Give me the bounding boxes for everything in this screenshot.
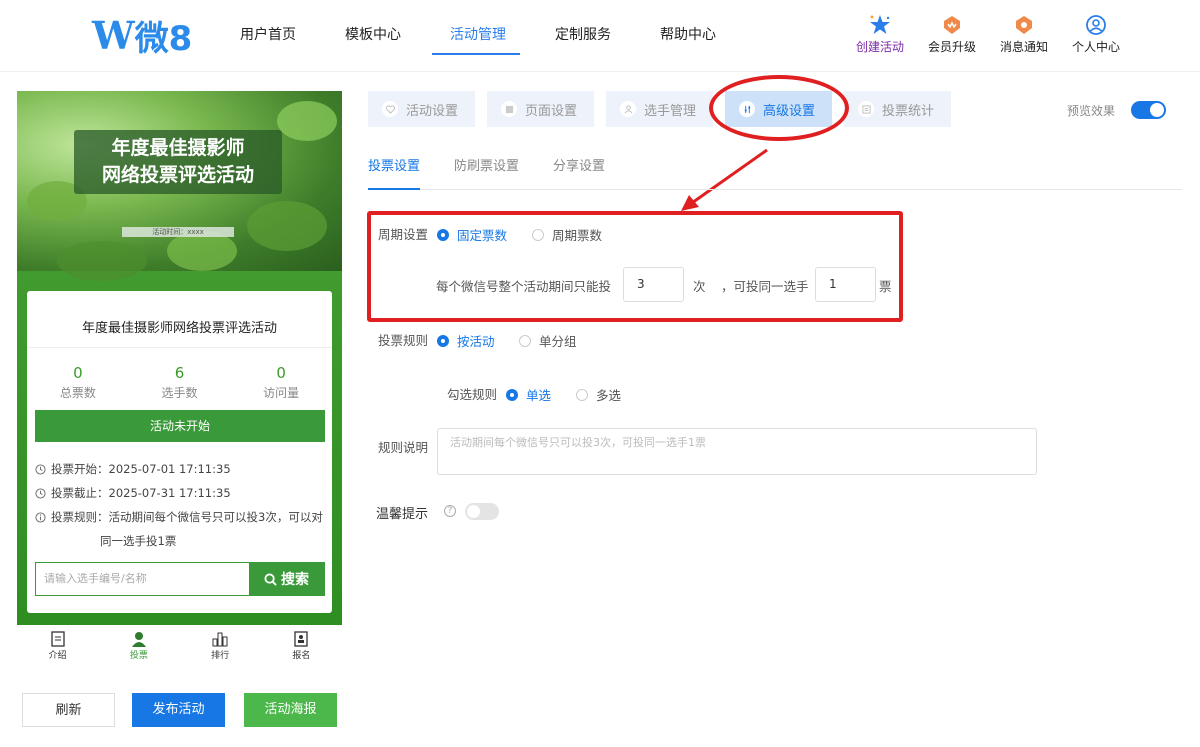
person-icon [620,101,636,117]
same-contestant-text: ，可投同一选手 [721,279,809,294]
stat-contestants: 6 选手数 [161,364,198,400]
info-icon [35,505,49,529]
search-button-label: 搜索 [281,572,309,588]
radio-by-activity[interactable]: 按活动 [437,331,495,350]
banner-time: 活动时间：xxxx [122,227,234,237]
vote-start-text: 投票开始：2025-07-01 17:11:35 [51,462,231,476]
create-activity-label: 创建活动 [855,40,904,54]
user-icon [1060,14,1132,36]
radio-periodic-votes[interactable]: 周期票数 [532,225,602,244]
nav-templates[interactable]: 模板中心 [345,24,401,44]
person-icon [98,630,179,648]
radio-single-select[interactable]: 单选 [506,385,551,404]
tab-ranking[interactable]: 排行 [180,626,261,666]
votes-unit: 票 [879,279,892,294]
times-unit: 次 [693,279,706,294]
preview-toggle[interactable] [1131,101,1166,119]
top-navbar: W 微8 用户首页 模板中心 活动管理 定制服务 帮助中心 创建活动 会员升级 … [0,0,1200,72]
search-button[interactable]: 搜索 [249,563,324,595]
logo-mark: W [92,12,135,58]
banner-title-line2: 网络投票评选活动 [101,164,254,186]
notification-button[interactable]: 消息通知 [988,14,1060,55]
settings-steps: 活动设置 页面设置 选手管理 高级设置 投票统计 [368,91,963,127]
phone-tabbar: 介绍 投票 排行 报名 [17,626,342,666]
nav-active-underline [432,53,520,55]
banner-title: 年度最佳摄影师 网络投票评选活动 [74,130,282,194]
member-upgrade-button[interactable]: 会员升级 [916,14,988,55]
clock-icon [35,457,49,481]
activity-card: 年度最佳摄影师网络投票评选活动 0 总票数 6 选手数 0 访问量 活动未开始 投票开… [27,291,332,613]
period-label: 周期设置 [378,227,429,242]
tab-signup[interactable]: 报名 [261,626,342,666]
tab-vote[interactable]: 投票 [98,626,179,666]
search-input[interactable]: 请输入选手编号/名称 [36,563,249,595]
step-activity-settings[interactable]: 活动设置 [368,91,475,127]
logo-text: 微8 [134,18,193,59]
highlight-oval [709,75,849,141]
help-icon[interactable]: ? [444,505,456,517]
nav-activity-management[interactable]: 活动管理 [450,24,506,44]
tab-anti-fraud-settings[interactable]: 防刷票设置 [454,155,519,190]
step-vote-statistics[interactable]: 投票统计 [844,91,951,127]
vote-info: 投票开始：2025-07-01 17:11:35 投票截止：2025-07-31… [35,457,327,553]
logo[interactable]: W 微8 [92,12,192,59]
card-title: 年度最佳摄影师网络投票评选活动 [27,291,332,348]
rule-description-label: 规则说明 [378,440,429,455]
main-nav: 用户首页 模板中心 活动管理 定制服务 帮助中心 [240,24,765,44]
preview-toggle-label: 预览效果 [1066,103,1115,118]
radio-fixed-votes[interactable]: 固定票数 [437,225,507,244]
star-icon [844,14,916,36]
each-account-text: 每个微信号整个活动期间只能投 [436,279,612,294]
vote-end-text: 投票截止：2025-07-31 17:11:35 [51,486,231,500]
step-page-settings[interactable]: 页面设置 [487,91,594,127]
tip-label: 温馨提示 [376,507,429,522]
refresh-button[interactable]: 刷新 [22,693,115,727]
crown-badge-icon [916,14,988,36]
stat-visits: 0 访问量 [263,364,300,400]
publish-activity-button[interactable]: 发布活动 [132,693,225,727]
nav-custom-service[interactable]: 定制服务 [555,24,611,44]
bell-badge-icon [988,14,1060,36]
vote-rule-text-2: 同一选手投1票 [100,534,177,548]
votes-input[interactable]: 1 [815,267,876,302]
radio-multi-select[interactable]: 多选 [576,385,621,404]
preview-toggle-group: 预览效果 [1067,101,1166,119]
nav-home[interactable]: 用户首页 [240,24,296,44]
create-activity-button[interactable]: 创建活动 [844,14,916,55]
vote-rule-text: 投票规则：活动期间每个微信号只可以投3次，可以对 [51,510,323,524]
search-bar: 请输入选手编号/名称 搜索 [35,562,325,596]
rule-description-textarea[interactable]: 活动期间每个微信号只可以投3次，可投同一选手1票 [437,428,1037,475]
nav-help-center[interactable]: 帮助中心 [660,24,716,44]
stat-total-votes: 0 总票数 [59,364,96,400]
sub-tabs: 投票设置 防刷票设置 分享设置 [368,155,1182,190]
member-upgrade-label: 会员升级 [927,40,976,54]
top-icon-group: 创建活动 会员升级 消息通知 个人中心 [844,14,1132,55]
document-icon [17,630,98,648]
activity-poster-button[interactable]: 活动海报 [244,693,337,727]
bar-chart-icon [180,630,261,648]
activity-not-started-button[interactable]: 活动未开始 [35,410,325,442]
tip-toggle[interactable] [465,503,499,520]
heart-icon [382,101,398,117]
vote-rule-label: 投票规则 [378,333,429,348]
radio-by-group[interactable]: 单分组 [519,331,577,350]
user-center-button[interactable]: 个人中心 [1060,14,1132,55]
notification-label: 消息通知 [999,40,1048,54]
banner-title-line1: 年度最佳摄影师 [111,137,245,159]
tab-intro[interactable]: 介绍 [17,626,98,666]
tab-share-settings[interactable]: 分享设置 [553,155,605,190]
page-icon [501,101,517,117]
clock-icon [35,481,49,505]
phone-preview: 年度最佳摄影师 网络投票评选活动 活动时间：xxxx 年度最佳摄影师网络投票评选… [17,91,342,625]
stats-icon [858,101,874,117]
step-contestant-management[interactable]: 选手管理 [606,91,713,127]
tab-vote-settings[interactable]: 投票设置 [368,155,421,190]
select-rule-label: 勾选规则 [447,387,498,402]
user-center-label: 个人中心 [1071,40,1120,54]
search-icon [264,572,277,586]
stats-row: 0 总票数 6 选手数 0 访问量 [27,364,332,401]
signup-form-icon [261,630,342,648]
times-input[interactable]: 3 [623,267,684,302]
